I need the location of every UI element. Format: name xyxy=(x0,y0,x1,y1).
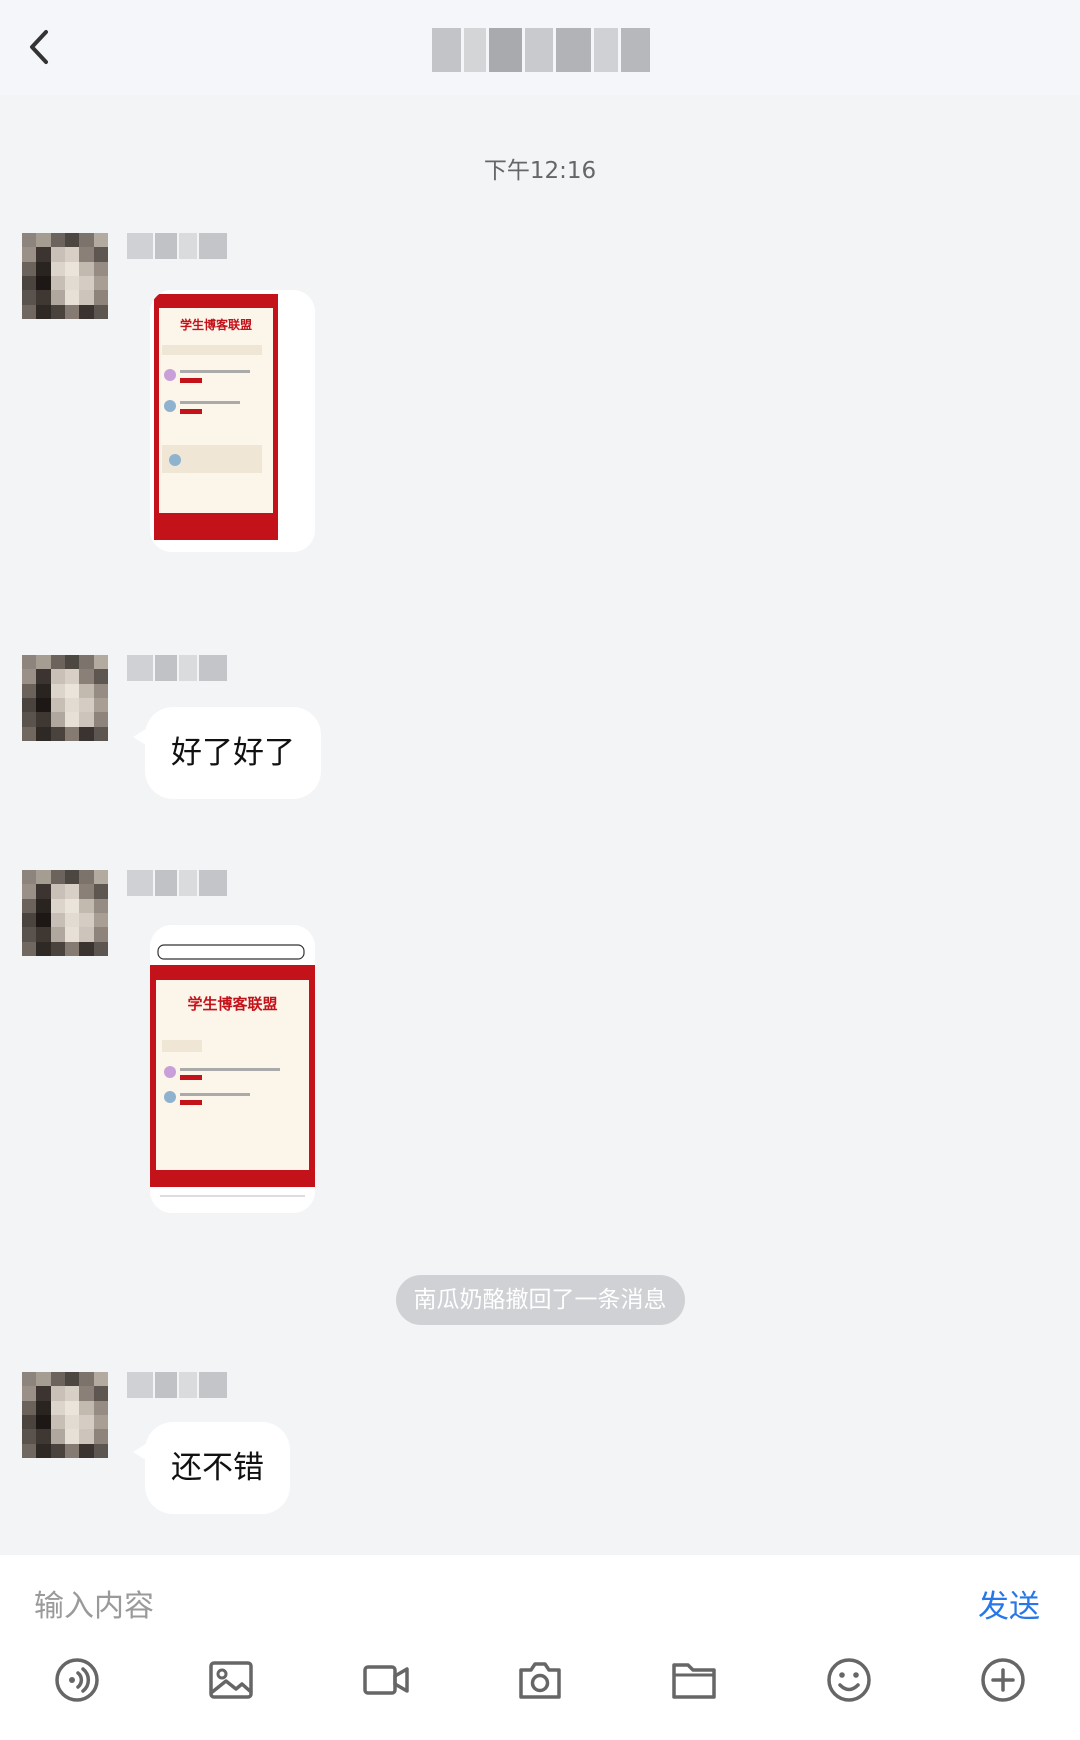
text-message[interactable]: 好了好了 xyxy=(133,707,321,799)
sender-name-masked xyxy=(127,233,227,259)
camera-icon xyxy=(519,1662,561,1699)
camera-button[interactable] xyxy=(515,1655,565,1705)
message-input-bar: 发送 xyxy=(0,1555,1080,1655)
back-button[interactable] xyxy=(20,22,70,72)
avatar[interactable] xyxy=(22,1372,108,1458)
avatar[interactable] xyxy=(22,870,108,956)
sender-name-masked xyxy=(127,870,227,896)
image-button[interactable] xyxy=(206,1655,256,1705)
send-button[interactable]: 发送 xyxy=(978,1581,1040,1626)
folder-button[interactable] xyxy=(669,1655,719,1705)
video-icon xyxy=(362,1665,409,1695)
sender-name-masked xyxy=(127,655,227,681)
chat-header xyxy=(0,0,1080,95)
emoji-button[interactable] xyxy=(824,1655,874,1705)
avatar[interactable] xyxy=(22,233,108,319)
chat-title-masked xyxy=(432,26,650,74)
thumbnail-title: 学生博客联盟 xyxy=(187,995,278,1013)
plus-icon xyxy=(981,1658,1025,1702)
avatar[interactable] xyxy=(22,655,108,741)
image-message[interactable]: 学生博客联盟 xyxy=(150,925,315,1213)
app-screenshot-thumbnail xyxy=(150,925,315,1213)
recall-notice: 南瓜奶酪撤回了一条消息 xyxy=(395,1275,685,1325)
emoji-icon xyxy=(826,1658,871,1702)
image-icon xyxy=(209,1661,254,1699)
message-list[interactable]: 下午12:16 学生博客联盟 好了好了 学生博客联盟 南瓜奶酪撤回了一条消息 还… xyxy=(0,95,1080,1555)
voice-icon xyxy=(55,1658,99,1702)
more-button[interactable] xyxy=(978,1655,1028,1705)
recall-notice-row: 南瓜奶酪撤回了一条消息 xyxy=(0,1275,1080,1325)
thumbnail-title: 学生博客联盟 xyxy=(179,318,252,332)
image-message[interactable]: 学生博客联盟 xyxy=(150,290,315,552)
timestamp: 下午12:16 xyxy=(483,158,597,184)
text-message[interactable]: 还不错 xyxy=(133,1422,290,1514)
message-input[interactable] xyxy=(32,1575,836,1637)
chevron-left-icon xyxy=(30,30,48,64)
input-toolbar xyxy=(0,1655,1080,1740)
folder-icon xyxy=(672,1663,717,1699)
sender-name-masked xyxy=(127,1372,227,1398)
video-button[interactable] xyxy=(361,1655,411,1705)
voice-button[interactable] xyxy=(52,1655,102,1705)
